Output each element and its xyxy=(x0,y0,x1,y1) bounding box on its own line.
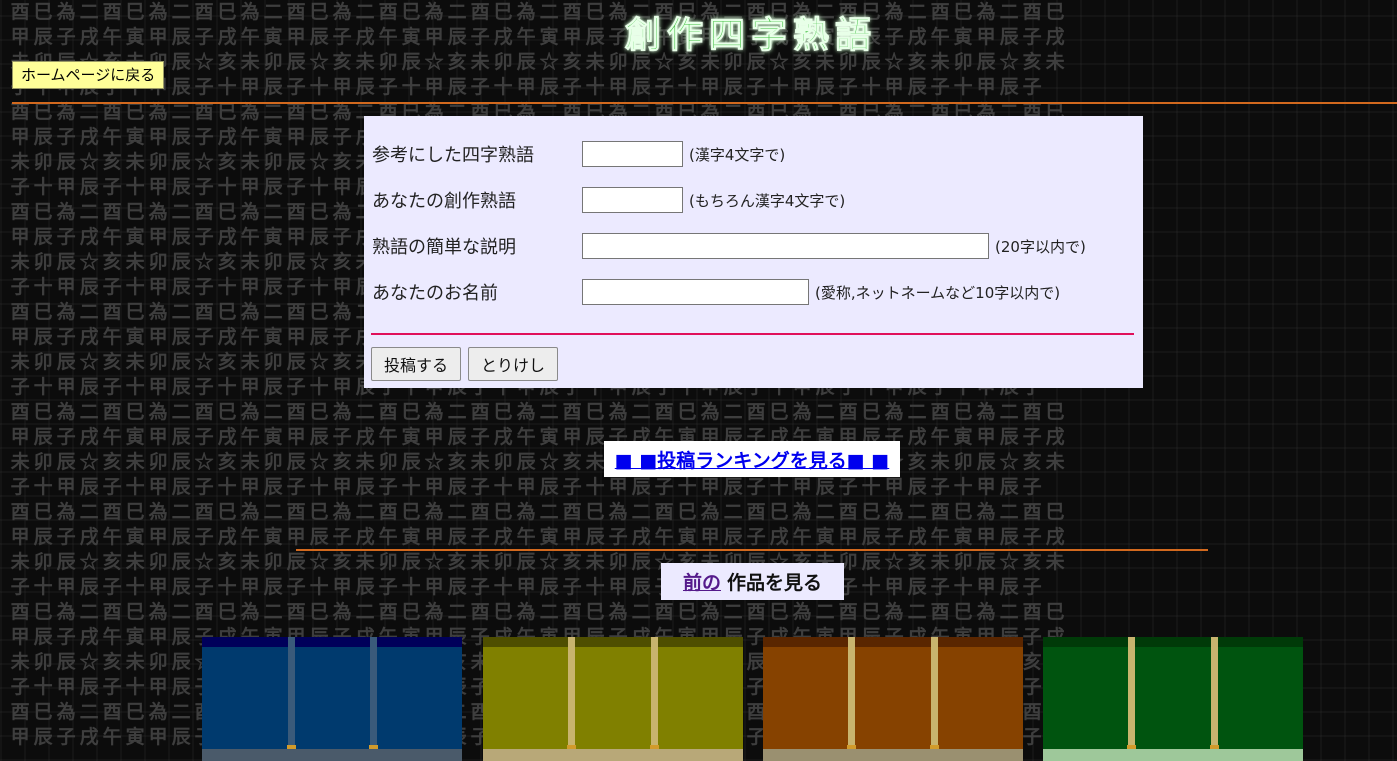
middle-divider xyxy=(296,549,1208,551)
thumbnail-pillar xyxy=(370,637,377,749)
thumbnail-pillar xyxy=(931,637,938,749)
thumbnail-green[interactable] xyxy=(1043,637,1303,761)
field-hint-description: (20字以内で) xyxy=(995,237,1086,256)
form-divider xyxy=(371,333,1134,335)
thumbnail-band xyxy=(483,637,743,647)
field-label-description: 熟語の簡単な説明 xyxy=(372,237,516,258)
field-row-description: 熟語の簡単な説明 (20字以内で) xyxy=(372,230,1086,262)
home-button[interactable]: ホームページに戻る xyxy=(12,61,165,89)
ranking-link[interactable]: ■ ■投稿ランキングを見る■ ■ xyxy=(604,441,900,477)
submit-button[interactable]: 投稿する xyxy=(371,347,461,381)
field-label-name: あなたのお名前 xyxy=(372,283,498,304)
thumbnail-base xyxy=(483,749,743,761)
reset-button[interactable]: とりけし xyxy=(468,347,558,381)
field-label-reference: 参考にした四字熟語 xyxy=(372,145,534,166)
thumbnail-pillar xyxy=(288,637,295,749)
thumbnail-pillar xyxy=(848,637,855,749)
thumbnail-pillar xyxy=(651,637,658,749)
thumbnail-band xyxy=(763,637,1023,647)
thumbnail-base xyxy=(1043,749,1303,761)
previous-works-link[interactable]: 前の xyxy=(683,568,721,595)
thumbnail-base xyxy=(763,749,1023,761)
top-divider xyxy=(12,102,1397,104)
description-input[interactable] xyxy=(582,233,989,259)
thumbnail-band xyxy=(202,637,462,647)
field-label-creation: あなたの創作熟語 xyxy=(372,191,516,212)
thumbnail-band xyxy=(1043,637,1303,647)
created-idiom-input[interactable] xyxy=(582,187,683,213)
field-hint-creation: (もちろん漢字4文字で) xyxy=(689,191,846,210)
previous-works-box: 前の 作品を見る xyxy=(661,563,844,600)
field-hint-reference: (漢字4文字で) xyxy=(689,145,786,164)
thumbnail-pillar xyxy=(568,637,575,749)
submission-form: 参考にした四字熟語 (漢字4文字で) あなたの創作熟語 (もちろん漢字4文字で)… xyxy=(364,116,1143,388)
field-row-reference: 参考にした四字熟語 (漢字4文字で) xyxy=(372,138,785,170)
field-hint-name: (愛称,ネットネームなど10字以内で) xyxy=(815,283,1061,302)
thumbnail-pillar xyxy=(1128,637,1135,749)
reference-idiom-input[interactable] xyxy=(582,141,683,167)
name-input[interactable] xyxy=(582,279,809,305)
thumbnail-pillar xyxy=(1211,637,1218,749)
field-row-name: あなたのお名前 (愛称,ネットネームなど10字以内で) xyxy=(372,276,1060,308)
thumbnail-blue[interactable] xyxy=(202,637,462,761)
field-row-creation: あなたの創作熟語 (もちろん漢字4文字で) xyxy=(372,184,845,216)
thumbnail-base xyxy=(202,749,462,761)
previous-works-label: 作品を見る xyxy=(727,572,823,594)
site-title: 創作四字熟語 xyxy=(624,14,877,57)
thumbnail-olive[interactable] xyxy=(483,637,743,761)
thumbnail-brown[interactable] xyxy=(763,637,1023,761)
